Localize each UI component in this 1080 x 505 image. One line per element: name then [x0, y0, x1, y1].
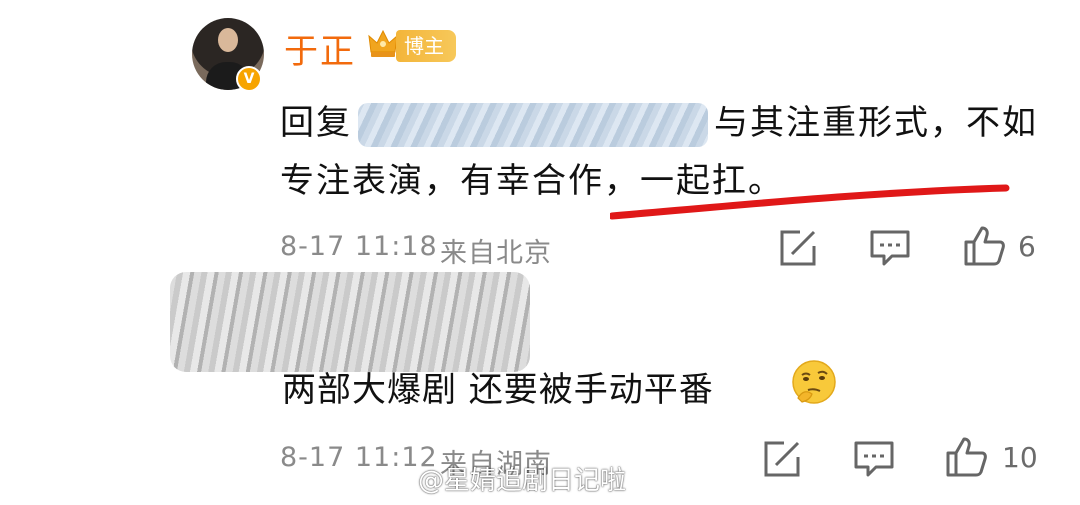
like-icon[interactable] [944, 435, 988, 479]
verified-badge: V [236, 66, 262, 92]
comment2-time: 8-17 11:12 [280, 442, 438, 473]
comment1-username[interactable]: 于正 [284, 24, 356, 73]
comment1-time: 8-17 11:18 [280, 231, 438, 262]
comment-icon[interactable] [868, 226, 912, 270]
reply-prefix: 回复 [280, 103, 352, 143]
red-underline-annotation [610, 184, 1010, 220]
comment2-like-count: 10 [1002, 441, 1038, 474]
blurred-username [170, 272, 530, 372]
comment1-like-count: 6 [1018, 230, 1036, 263]
comment1-location: 来自北京 [440, 238, 552, 269]
share-icon[interactable] [760, 437, 804, 481]
thinking-face-emoji [792, 360, 836, 404]
avatar-face [218, 28, 238, 52]
comment-icon[interactable] [852, 437, 896, 481]
watermark: @星婧追剧日记啦 [418, 466, 627, 496]
share-icon[interactable] [776, 226, 820, 270]
blogger-badge: 博主 [396, 30, 456, 62]
blurred-mention [358, 102, 708, 147]
comment2-text: 两部大爆剧 还要被手动平番 [282, 370, 714, 410]
like-icon[interactable] [962, 224, 1006, 268]
crown-icon [368, 29, 398, 57]
